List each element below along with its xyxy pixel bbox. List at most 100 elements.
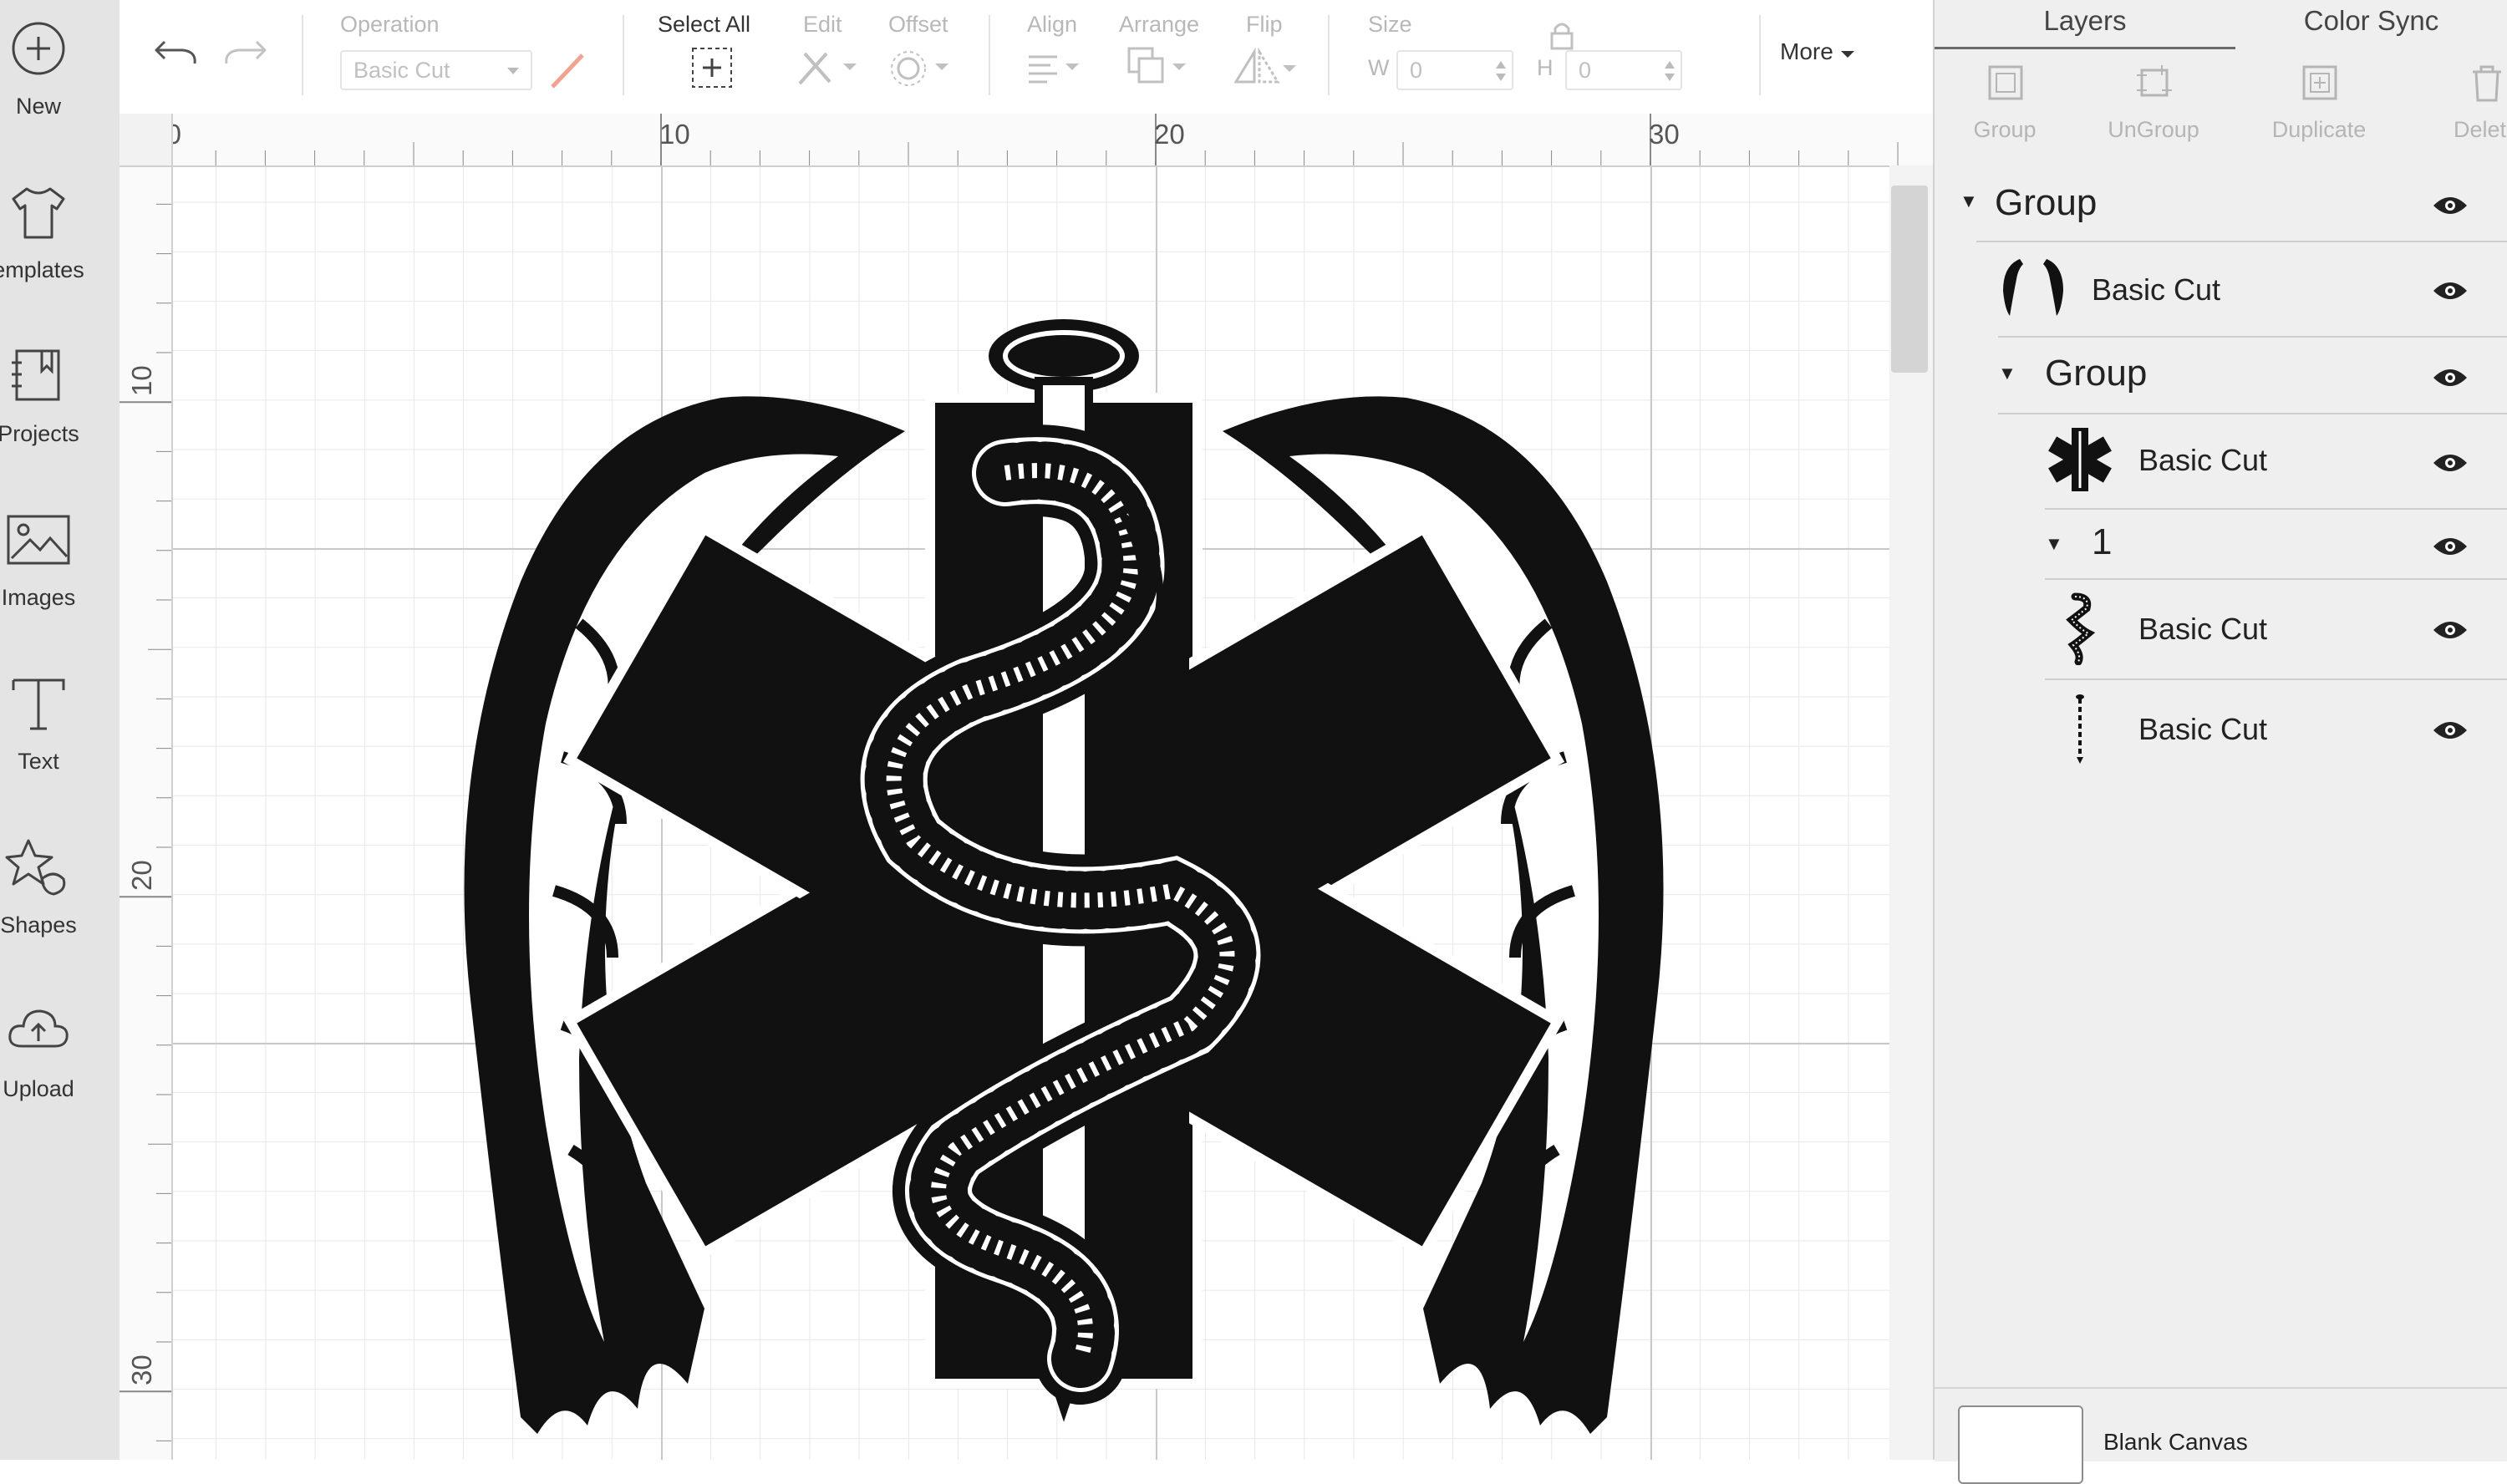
ruler-top-label: 30 (1649, 119, 1680, 150)
toolbar-divider (623, 15, 624, 95)
stepper-icon (1496, 61, 1506, 81)
pen-color-icon[interactable] (546, 48, 589, 92)
eye-icon[interactable] (2432, 279, 2469, 302)
eye-icon[interactable] (2432, 719, 2469, 742)
layer-row-group[interactable]: ▼ Group (1998, 336, 2507, 414)
ruler-top-label: 10 (659, 119, 690, 150)
redo-arrow-icon[interactable] (220, 25, 272, 77)
tab-layers[interactable]: Layers (1935, 0, 2235, 48)
star-of-life-artwork[interactable] (370, 306, 1757, 1451)
sidebar-item-label: Shapes (0, 912, 77, 938)
delete-button[interactable]: Delete (2419, 58, 2507, 159)
select-all-label[interactable]: Select All (658, 12, 750, 38)
sidebar-item-label: Images (1, 585, 76, 610)
flip-label: Flip (1246, 12, 1283, 37)
align-label: Align (1027, 12, 1078, 37)
undo-arrow-icon[interactable] (150, 25, 201, 77)
staff-thumbnail-icon (2076, 694, 2084, 764)
layer-name: Group (1995, 182, 2098, 223)
sidebar-item-images[interactable]: Images (0, 491, 120, 633)
ruler-top-label: 20 (1154, 119, 1185, 150)
edit-label: Edit (803, 12, 842, 37)
duplicate-button[interactable]: Duplicate (2252, 58, 2386, 159)
sidebar-item-upload[interactable]: Upload (0, 983, 120, 1125)
tshirt-icon (12, 187, 65, 239)
eye-icon[interactable] (2432, 535, 2469, 558)
toolbar-divider (989, 15, 990, 95)
layer-name: Group (2045, 353, 2148, 394)
more-label: More (1780, 38, 1833, 64)
vertical-scrollbar-thumb[interactable] (1891, 186, 1928, 373)
ruler-left-ticks (120, 203, 171, 1441)
layer-name: Basic Cut (2138, 443, 2268, 477)
sidebar-item-projects[interactable]: Projects (0, 328, 120, 470)
lock-icon[interactable] (1545, 18, 1579, 52)
eye-icon[interactable] (2432, 194, 2469, 217)
cloud-upload-icon (8, 1009, 69, 1048)
star-of-life-thumbnail-icon (2048, 428, 2112, 491)
ungroup-label: UnGroup (2108, 117, 2199, 142)
ruler-left-label: 20 (126, 860, 157, 891)
sidebar-item-new[interactable]: New (0, 0, 120, 142)
toolbar-divider (1759, 15, 1761, 95)
arrange-label: Arrange (1119, 12, 1200, 37)
height-input[interactable]: 0 (1565, 50, 1682, 90)
arrange-icon[interactable] (1122, 43, 1192, 92)
eye-icon[interactable] (2432, 451, 2469, 475)
width-input[interactable]: 0 (1396, 50, 1513, 90)
bookmark-book-icon (12, 349, 60, 401)
layer-row-group[interactable]: ▼ 1 (2045, 508, 2507, 580)
collapse-triangle-icon[interactable]: ▼ (1960, 191, 1978, 212)
select-all-icon[interactable] (688, 43, 736, 92)
align-icon[interactable] (1022, 47, 1089, 90)
stepper-icon (1665, 61, 1675, 81)
sidebar-item-text[interactable]: Text (0, 655, 120, 797)
blank-canvas-label: Blank Canvas (2103, 1429, 2248, 1455)
layer-row-group[interactable]: ▼ Group (1960, 167, 2507, 242)
sidebar-item-templates[interactable]: emplates (0, 164, 120, 306)
design-canvas[interactable]: 0 10 20 30 10 20 30 (120, 114, 1933, 1460)
ruler-left-label: 30 (126, 1354, 157, 1385)
toolbar-divider (302, 15, 303, 95)
operation-label: Operation (340, 12, 440, 37)
sidebar-item-label: emplates (0, 257, 84, 282)
operation-value: Basic Cut (353, 58, 450, 83)
ruler-left: 10 20 30 (120, 165, 173, 1460)
layer-name: Basic Cut (2138, 712, 2268, 746)
flip-icon[interactable] (1231, 45, 1301, 92)
blank-canvas-swatch[interactable] (1958, 1405, 2083, 1484)
layer-row-basic-cut[interactable]: Basic Cut (1998, 241, 2507, 338)
offset-icon[interactable] (888, 47, 955, 90)
layers-panel: Layers Color Sync Group UnGroup Duplicat… (1933, 0, 2507, 1484)
sidebar-item-shapes[interactable]: Shapes (0, 819, 120, 961)
chevron-down-icon (507, 68, 519, 74)
layer-row-basic-cut[interactable]: Basic Cut (2045, 413, 2507, 510)
image-icon (7, 515, 70, 565)
collapse-triangle-icon[interactable]: ▼ (1998, 363, 2016, 384)
layer-row-basic-cut[interactable]: Basic Cut (2045, 678, 2507, 779)
more-button[interactable]: More (1780, 38, 1855, 65)
tab-color-sync[interactable]: Color Sync (2235, 0, 2507, 48)
blank-canvas-row[interactable]: Blank Canvas (1935, 1387, 2507, 1484)
height-value: 0 (1579, 58, 1592, 83)
top-toolbar: Operation Basic Cut Select All Edit Offs… (120, 0, 1933, 115)
chevron-down-icon (1840, 51, 1854, 58)
size-label: Size (1368, 12, 1412, 37)
delete-label: Delete (2453, 117, 2507, 142)
offset-label: Offset (888, 12, 948, 37)
collapse-triangle-icon[interactable]: ▼ (2045, 533, 2063, 555)
edit-scissors-icon[interactable] (793, 47, 860, 90)
eye-icon[interactable] (2432, 366, 2469, 389)
duplicate-icon (2302, 65, 2337, 100)
ungroup-button[interactable]: UnGroup (2087, 58, 2220, 159)
eye-icon[interactable] (2432, 618, 2469, 642)
group-button[interactable]: Group (1938, 58, 2072, 159)
plus-circle-icon (12, 22, 65, 75)
group-label: Group (1973, 117, 2037, 142)
operation-select[interactable]: Basic Cut (340, 50, 532, 90)
layer-name: Basic Cut (2092, 272, 2221, 307)
ungroup-icon (2137, 65, 2172, 97)
sidebar-item-label: New (15, 94, 61, 119)
sidebar-item-label: Projects (0, 421, 79, 446)
layer-row-basic-cut[interactable]: Basic Cut (2045, 578, 2507, 680)
